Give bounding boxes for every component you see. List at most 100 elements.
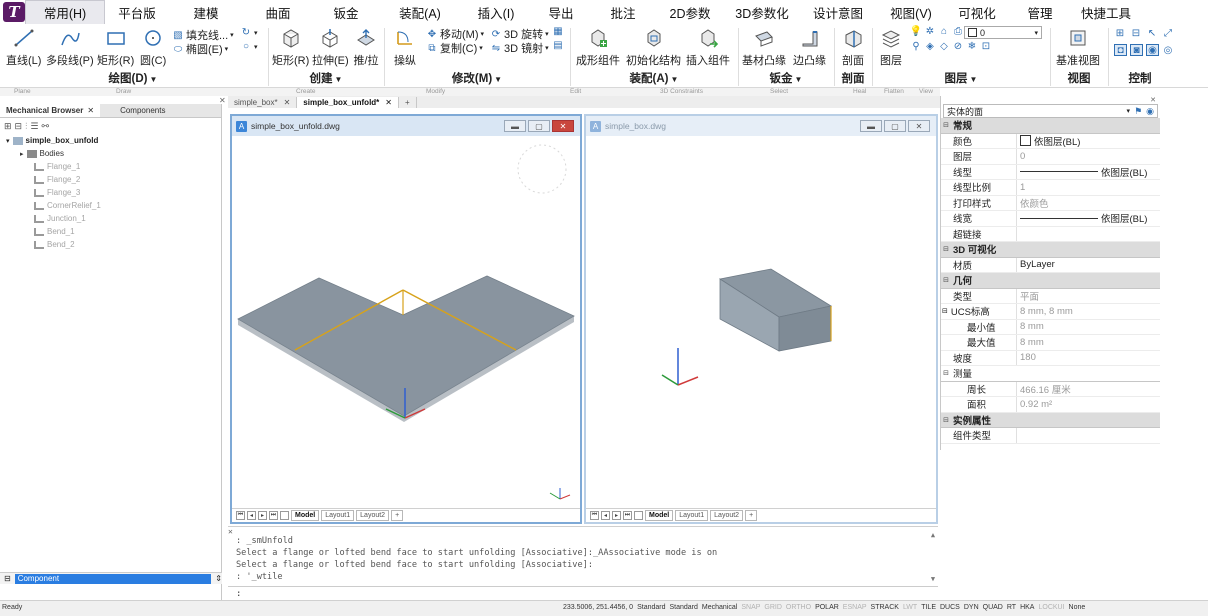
maximize-button[interactable]: ▢ [884,120,906,132]
property-value[interactable]: 平面 [1017,289,1160,303]
layout-tab-layout2[interactable]: Layout2 [356,510,390,521]
filter-icon[interactable]: ⫶ [25,121,27,132]
property-value[interactable]: 8 mm [1017,321,1160,332]
viewport-unfold[interactable]: A simple_box_unfold.dwg ▬ ▢ ✕ ⏮ ◂ ▸ ⏭ Mo… [230,114,582,524]
drawing-canvas-unfold[interactable] [232,136,580,508]
circle-button[interactable]: 圆(C) [140,26,166,68]
property-value[interactable]: 8 mm, 8 mm [1017,306,1160,317]
prev-layout-button[interactable]: ◂ [247,511,256,520]
collapse-icon[interactable]: ⊟ [942,307,948,315]
collapse-icon[interactable]: ⊟ [941,276,951,284]
property-row[interactable]: 坡度 180 [941,350,1160,366]
status-toggle[interactable]: DYN [964,604,979,611]
add-layout-button[interactable]: + [391,510,404,521]
drawing-canvas-box[interactable] [586,136,936,508]
collapse-icon[interactable]: ⊟ [941,245,951,253]
section-button[interactable]: 剖面 [840,26,866,68]
arc-button[interactable]: ↻ ▾ [240,27,258,38]
property-value[interactable]: 依图层(BL) [1017,165,1160,179]
binoculars-icon[interactable]: ⚯ [41,121,49,132]
tree-feature-item[interactable]: Flange_2 [6,173,221,186]
tree-options-icon[interactable]: ☰ [30,121,38,132]
property-row[interactable]: ⊟ UCS标高 8 mm, 8 mm [941,304,1160,320]
viewport-box[interactable]: A simple_box.dwg ▬ ▢ ✕ ⏮ ◂ ▸ ⏭ Model Lay… [584,114,938,524]
draw-group-title[interactable]: 绘图(D) ▼ [0,70,266,86]
left-panel-pin-icon[interactable]: ✕ [219,96,226,105]
last-layout-button[interactable]: ⏭ [269,511,278,520]
status-toggle[interactable]: RT [1007,604,1016,611]
quick-select-icon[interactable]: ⚑ [1134,106,1142,117]
layout-square-button[interactable] [634,511,643,520]
property-value[interactable]: 180 [1017,352,1160,363]
polyline-button[interactable]: 多段线(P) [46,26,94,68]
manipulate-button[interactable]: 操纵 [392,26,418,68]
next-layout-button[interactable]: ▸ [612,511,621,520]
add-layout-button[interactable]: + [745,510,758,521]
status-toggle[interactable]: ORTHO [786,604,811,611]
doc-tab-simple-box[interactable]: simple_box* ✕ [228,97,298,108]
unfolded-sheet-body[interactable] [237,275,575,422]
property-row[interactable]: 最小值 8 mm [941,319,1160,335]
layer-tools[interactable]: ⚲ ◈ ◇ ⊘ ❄ ⊡ [910,41,992,52]
expand-arrow-icon[interactable]: ▸ [20,150,24,158]
section-3d-visual[interactable]: ⊟ 3D 可视化 [941,242,1160,258]
next-layout-button[interactable]: ▸ [258,511,267,520]
tree-feature-item[interactable]: CornerRelief_1 [6,199,221,212]
menu-tab[interactable]: 批注 [591,0,655,24]
collapse-icon[interactable]: ⊟ [941,416,951,424]
close-icon[interactable]: ✕ [284,98,291,107]
collapse-box-icon[interactable]: ⊟ [4,574,11,583]
scroll-icon[interactable]: ⇕ [215,574,222,583]
property-row[interactable]: 最大值 8 mm [941,335,1160,351]
property-row[interactable]: 线型比例 1 [941,180,1160,196]
grid-array-button[interactable]: ▤ [552,40,564,51]
prev-layout-button[interactable]: ◂ [601,511,610,520]
tree-feature-item[interactable]: Bend_1 [6,225,221,238]
layers-group-title[interactable]: 图层 ▼ [874,70,1048,86]
status-toggle[interactable]: QUAD [983,604,1003,611]
tree-feature-item[interactable]: Bend_2 [6,238,221,251]
new-tab-button[interactable]: + [399,97,417,108]
status-toggle[interactable]: LOCKUI [1038,604,1064,611]
property-value[interactable]: 依图层(BL) [1017,211,1160,225]
property-value[interactable]: 依图层(BL) [1017,134,1160,148]
tree-bodies[interactable]: ▸ Bodies [6,147,221,160]
menu-tab[interactable]: 曲面 [243,0,313,24]
init-structure-button[interactable]: 初始化结构 [626,26,681,68]
extrude-button[interactable]: 拉伸(E) [312,26,349,68]
layout-tab-model[interactable]: Model [645,510,674,521]
expand-icon[interactable]: ⊞ [4,121,12,132]
property-value[interactable]: 依颜色 [1017,196,1160,210]
property-row[interactable]: 图层 0 [941,149,1160,165]
status-toggle[interactable]: LWT [903,604,917,611]
section-measure[interactable]: ⊟ 测量 [941,366,1160,382]
layer-state-icons[interactable]: 💡 ✲ ⌂ ⎙ [910,26,964,37]
last-layout-button[interactable]: ⏭ [623,511,632,520]
create-group-title[interactable]: 创建 ▼ [270,70,382,86]
control-row-2[interactable]: ◘ ◙ ◉ ◎ [1114,44,1174,56]
property-value[interactable]: 0 [1017,151,1160,162]
close-button[interactable]: ✕ [908,120,930,132]
status-toggle[interactable]: TILE [921,604,936,611]
sheetmetal-group-title[interactable]: 钣金 ▼ [740,70,832,86]
layer-select[interactable]: 0 ▾ [964,26,1042,39]
control-row-1[interactable]: ⊞ ⊟ ↖ ⤢ [1114,28,1174,39]
box-body[interactable] [718,268,833,352]
close-icon[interactable]: ✕ [385,98,392,107]
section-instance[interactable]: ⊟ 实例属性 [941,412,1160,428]
status-toggle[interactable]: HKA [1020,604,1034,611]
base-view-button[interactable]: 基准视图 [1056,26,1100,68]
first-layout-button[interactable]: ⏮ [590,511,599,520]
close-icon[interactable]: ✕ [1150,96,1156,104]
status-toggle[interactable]: ESNAP [843,604,867,611]
menu-tab[interactable]: 设计意图 [799,0,877,24]
scroll-down-icon[interactable]: ▼ [931,575,935,583]
property-row[interactable]: 线型 依图层(BL) [941,164,1160,180]
insert-component-button[interactable]: 插入组件 [686,26,730,68]
status-toggle[interactable]: STRACK [871,604,899,611]
first-layout-button[interactable]: ⏮ [236,511,245,520]
menu-tab[interactable]: 常用(H) [25,0,105,24]
property-value[interactable]: 1 [1017,182,1160,193]
close-button[interactable]: ✕ [552,120,574,132]
property-row[interactable]: 颜色 依图层(BL) [941,133,1160,149]
